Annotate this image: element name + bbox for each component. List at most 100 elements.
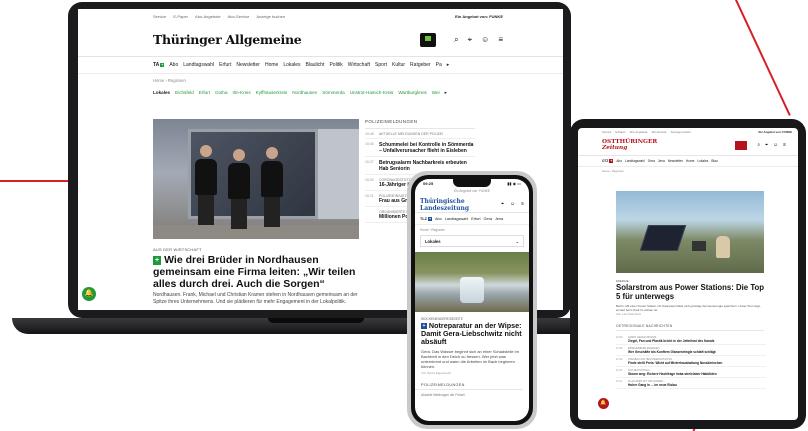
article-teaser[interactable]: Berlin. Mit einer Power Station mit Sola… [616,304,764,316]
menu-icon[interactable]: ≡ [783,143,786,148]
tablet-screen: Service E-Paper Abo-Angebote Abo-Service… [578,128,798,420]
region-tab[interactable]: Eichsfeld [175,90,194,104]
region-tab[interactable]: Wei [432,90,440,104]
topbar-link[interactable]: E-Paper [615,130,625,136]
site-logo[interactable]: Thüringer Allgemeine [153,32,420,47]
epaper-icon[interactable] [735,141,748,150]
nav-item[interactable]: Blau [711,159,717,163]
nav-item[interactable]: Landtagswahl [625,159,645,163]
region-tab[interactable]: Erfurt [199,90,210,104]
site-logo[interactable]: OSTTHÜRINGER Zeitung [602,139,735,152]
article-kicker: AUS DER WIRTSCHAFT [153,247,202,252]
breadcrumb[interactable]: Home › Regionen [78,74,563,88]
site-logo[interactable]: Thüringische Landeszeitung [420,198,495,212]
nav-item[interactable]: Lokales [697,159,708,163]
nav-item[interactable]: Politik [329,62,342,68]
topbar-link[interactable]: Anzeige buchen [671,130,691,136]
nav-item[interactable]: Abo [435,217,442,221]
region-tab[interactable]: Gotha [215,90,228,104]
status-time: 09:25 [423,181,434,186]
chevron-down-icon: ⌄ [515,238,519,244]
nav-tlz[interactable]: TLZ + [420,216,433,221]
tendenz-icon[interactable] [420,32,437,47]
list-item[interactable]: 15:48 Aktuelle Meldungen der Polizei [365,129,475,139]
list-item[interactable]: 11:30 Hangbau auf Heilsteenschaften Finde … [616,356,766,367]
nav-otz[interactable]: OTZ + [602,159,614,163]
nav-item[interactable]: Erfurt [219,62,231,68]
nav-item[interactable]: Jena [658,159,665,163]
nav-item[interactable]: Jena [495,217,503,221]
nav-item[interactable]: Wirtschaft [348,62,370,68]
topbar-link[interactable]: Service [602,130,611,136]
user-icon[interactable]: ☺ [481,35,489,44]
topbar-link[interactable]: Abo-Service [228,14,250,19]
list-item[interactable]: 12:00 Kampf gegen Wildnis Ziegel, Fan und … [616,334,766,345]
article-hero-image[interactable] [153,119,359,239]
region-tab[interactable]: Unstrut-Hainich-Kreis [350,90,394,104]
region-tab[interactable]: Nordhausen [292,90,317,104]
plus-badge: + [609,159,614,163]
region-select[interactable]: Lokales ⌄ [420,235,524,247]
location-icon[interactable]: ⌖ [765,143,768,148]
nav-item[interactable]: Kultur [392,62,405,68]
chevron-right-icon[interactable]: ▸ [447,62,450,68]
nav-item[interactable]: Lokales [283,62,300,68]
list-item[interactable]: 15:40 Schummelei bei Kontrolle in Sömmerd… [365,139,475,157]
region-tab[interactable]: Kyffhäuserkreis [256,90,288,104]
region-tab[interactable]: Wartburgkreis [398,90,426,104]
nav-item[interactable]: Sport [375,62,387,68]
user-icon[interactable]: ☺ [510,202,515,207]
breadcrumb[interactable]: Home › Regionen [415,225,529,235]
chevron-right-icon[interactable]: ▸ [445,90,447,104]
search-icon[interactable]: ⌕ [757,143,760,148]
nav-item[interactable]: Home [686,159,695,163]
location-icon[interactable]: ⌖ [501,202,504,207]
nav-item[interactable]: Blaulicht [306,62,325,68]
topbar-link[interactable]: Service [153,14,166,19]
nav-item[interactable]: Gera [484,217,492,221]
main-nav: TA + Abo Landtagswahl Erfurt Newsletter H… [78,57,563,74]
nav-item[interactable]: Abo [169,62,178,68]
location-icon[interactable]: ⌖ [468,35,473,44]
section-heading: OSTREGIONALE NACHRICHTEN [616,324,764,331]
plus-badge: + [153,256,162,265]
article-hero-image[interactable] [415,252,529,312]
nav-item[interactable]: Abo [616,159,622,163]
nav-item[interactable]: Landtagswahl [183,62,214,68]
list-item[interactable]: 11:11 Fluglinien mit Tür-Zander Hoher Gang… [616,378,766,389]
topbar-link[interactable]: Anzeige buchen [256,14,285,19]
nav-item[interactable]: Erfurt [471,217,480,221]
article-hero-image[interactable] [616,191,764,273]
nav-item[interactable]: Newsletter [236,62,260,68]
nav-item[interactable]: Landtagswahl [445,217,468,221]
region-tab-active[interactable]: Lokales [153,90,170,104]
breadcrumb[interactable]: Home › Regionen [578,167,798,175]
region-tab[interactable]: Sömmerda [322,90,344,104]
article-title[interactable]: Solarstrom aus Power Stations: Die Top 5… [616,283,766,302]
user-icon[interactable]: ☺ [773,143,778,148]
article-teaser[interactable]: Gera. Das Wasser beginnt sich an einer S… [415,346,529,369]
topbar-link[interactable]: Abo-Angebote [630,130,648,136]
article-title[interactable]: + Notreparatur an der Wipse: Damit Gera-L… [415,322,529,346]
region-tab[interactable]: Ilm-Kreis [233,90,251,104]
article-title[interactable]: + Wie drei Brüder in Nordhausen gemeinsam… [153,254,363,290]
list-item[interactable]: Aktuelle Meldungen der Polizei [415,390,529,400]
nav-ta[interactable]: TA + [153,62,165,68]
topbar-link[interactable]: Abo-Angebote [195,14,221,19]
nav-item[interactable]: Newsletter [668,159,683,163]
nav-item[interactable]: Gera [648,159,655,163]
topbar-link[interactable]: E-Paper [173,14,188,19]
article-teaser[interactable]: Nordhausen. Frank, Michael und Christian… [153,292,359,305]
search-icon[interactable]: ⌕ [454,35,458,44]
notification-bell-icon[interactable]: 🔔 [82,287,96,301]
notification-bell-icon[interactable]: 🔔 [598,398,609,409]
list-item[interactable]: 11:21 Für den Notfall Stoom weg: Eichere H… [616,367,766,378]
menu-icon[interactable]: ≡ [521,202,524,207]
list-item[interactable]: 11:46 Erneuerbare Energien Wer Geschäfte b… [616,345,766,356]
menu-icon[interactable]: ≡ [498,35,503,44]
nav-item[interactable]: Ratgeber [410,62,431,68]
phone-notch [453,179,491,187]
topbar-link[interactable]: Abo-Service [651,130,666,136]
nav-item[interactable]: Pa [436,62,442,68]
nav-item[interactable]: Home [265,62,278,68]
